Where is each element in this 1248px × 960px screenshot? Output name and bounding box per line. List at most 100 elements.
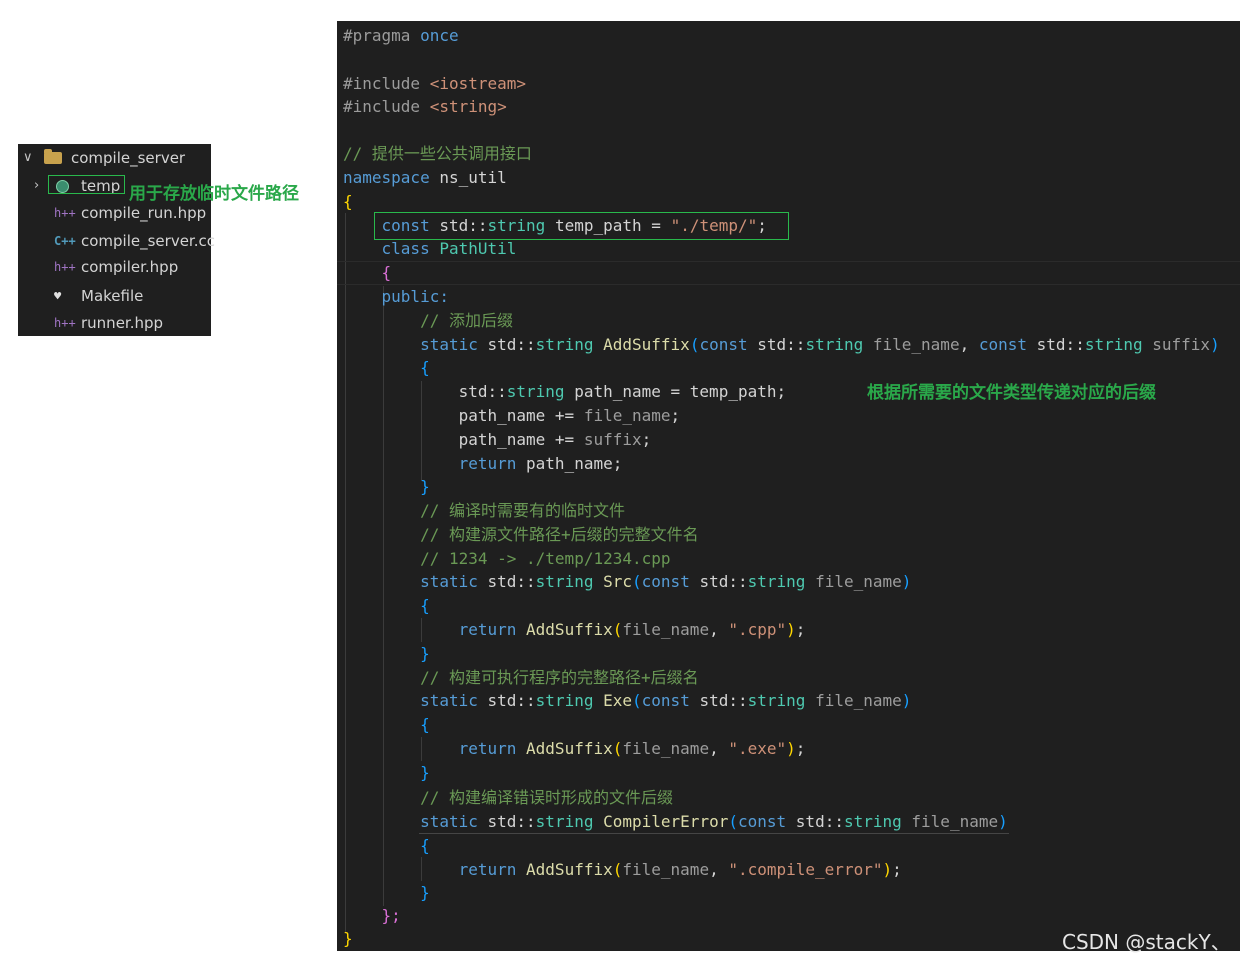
- code-line-26[interactable]: return AddSuffix(file_name, ".cpp");: [343, 618, 806, 642]
- code-line-9[interactable]: const std::string temp_path = "./temp/";: [343, 214, 767, 238]
- code-line-7[interactable]: namespace ns_util: [343, 166, 507, 190]
- code-token: CompilerError: [603, 812, 729, 831]
- code-token: path_name +=: [458, 430, 584, 449]
- code-line-14[interactable]: static std::string AddSuffix(const std::…: [343, 333, 1220, 357]
- cpp-header-icon: h++: [54, 316, 76, 330]
- watermark: CSDN @stackY、: [1062, 930, 1231, 954]
- code-line-12[interactable]: public:: [343, 285, 449, 309]
- explorer-root-folder[interactable]: ∨ compile_server: [18, 145, 211, 171]
- explorer-item-label: Makefile: [81, 287, 144, 305]
- code-line-31[interactable]: return AddSuffix(file_name, ".exe");: [343, 737, 806, 761]
- code-line-27[interactable]: }: [343, 642, 430, 666]
- code-line-32[interactable]: }: [343, 761, 430, 785]
- code-token: const: [737, 812, 787, 831]
- current-line-highlight: [337, 261, 1240, 285]
- code-line-19[interactable]: return path_name;: [343, 452, 623, 476]
- code-token: return: [458, 739, 517, 758]
- code-token: ;: [670, 406, 681, 425]
- temp-highlight-box: [48, 175, 125, 194]
- code-token: std::: [795, 812, 844, 831]
- code-token: string: [535, 691, 594, 710]
- code-token: const: [641, 572, 690, 591]
- code-editor[interactable]: #pragma once #include <iostream> #includ…: [337, 21, 1240, 951]
- code-token: namespace: [343, 168, 430, 187]
- code-token: {: [420, 596, 430, 615]
- explorer-item-makefile[interactable]: ♥ Makefile: [18, 283, 211, 309]
- code-token: const: [978, 335, 1028, 354]
- file-explorer: ∨ compile_server › temp h++ compile_run.…: [18, 144, 215, 336]
- code-line-25[interactable]: {: [343, 594, 430, 618]
- chevron-down-icon[interactable]: ∨: [23, 145, 37, 171]
- code-line-20[interactable]: }: [343, 475, 430, 499]
- code-token: }: [420, 644, 430, 663]
- code-token: string: [506, 382, 565, 401]
- code-line-13[interactable]: // 添加后缀: [343, 309, 513, 333]
- code-token: path_name = temp_path;: [564, 382, 787, 401]
- code-line-38[interactable]: };: [343, 904, 401, 928]
- code-token: static: [420, 691, 478, 710]
- code-line-17[interactable]: path_name += file_name;: [343, 404, 681, 428]
- code-token: string: [1084, 335, 1143, 354]
- code-line-6[interactable]: // 提供一些公共调用接口: [343, 142, 532, 166]
- code-line-34[interactable]: static std::string CompilerError(const s…: [343, 810, 1008, 834]
- code-token: suffix: [583, 430, 642, 449]
- code-token: std::: [699, 691, 748, 710]
- code-token: public:: [381, 287, 449, 306]
- code-token: static: [420, 572, 478, 591]
- code-line-33[interactable]: // 构建编译错误时形成的文件后缀: [343, 786, 673, 810]
- code-line-37[interactable]: }: [343, 881, 430, 905]
- code-line-16[interactable]: std::string path_name = temp_path;: [343, 380, 787, 404]
- code-token: string: [535, 335, 594, 354]
- code-token: once: [420, 26, 459, 45]
- code-line-29[interactable]: static std::string Exe(const std::string…: [343, 689, 911, 713]
- code-token: AddSuffix: [526, 739, 613, 758]
- code-token: const: [381, 216, 430, 235]
- code-line-8[interactable]: {: [343, 190, 353, 214]
- code-token: string: [747, 691, 806, 710]
- code-token: suffix: [1152, 335, 1211, 354]
- code-token: temp_path: [554, 216, 642, 235]
- explorer-item-compile-server[interactable]: C++ compile_server.cc: [18, 228, 215, 254]
- code-token: string: [843, 812, 902, 831]
- code-line-10[interactable]: class PathUtil: [343, 237, 517, 261]
- code-line-18[interactable]: path_name += suffix;: [343, 428, 652, 452]
- explorer-item-compiler[interactable]: h++ compiler.hpp: [18, 254, 211, 280]
- code-token: file_name: [622, 860, 710, 879]
- code-token: file_name: [622, 739, 710, 758]
- code-line-21[interactable]: // 编译时需要有的临时文件: [343, 499, 625, 523]
- code-line-15[interactable]: {: [343, 356, 430, 380]
- code-line-4[interactable]: #include <string>: [343, 95, 507, 119]
- code-token: static: [420, 812, 478, 831]
- code-token: const: [699, 335, 748, 354]
- code-comment: // 添加后缀: [420, 311, 513, 330]
- cpp-source-icon: C++: [54, 234, 76, 248]
- code-token: string: [487, 216, 546, 235]
- code-line-11[interactable]: {: [343, 261, 392, 285]
- code-token: "./temp/": [670, 216, 758, 235]
- code-line-1[interactable]: #pragma once: [343, 24, 459, 48]
- code-token: ".cpp": [728, 620, 787, 639]
- code-comment: // 构建可执行程序的完整路径+后缀名: [420, 668, 699, 687]
- code-token: path_name +=: [458, 406, 584, 425]
- explorer-item-runner[interactable]: h++ runner.hpp: [18, 310, 211, 336]
- chevron-right-icon[interactable]: ›: [34, 173, 48, 199]
- code-line-39[interactable]: }: [343, 927, 353, 951]
- code-token: #include: [343, 74, 421, 93]
- code-line-35[interactable]: {: [343, 834, 430, 858]
- code-comment: // 编译时需要有的临时文件: [420, 501, 625, 520]
- code-line-28[interactable]: // 构建可执行程序的完整路径+后缀名: [343, 666, 699, 690]
- code-line-23[interactable]: // 1234 -> ./temp/1234.cpp: [343, 547, 670, 571]
- code-line-36[interactable]: return AddSuffix(file_name, ".compile_er…: [343, 858, 902, 882]
- code-token: file_name: [622, 620, 710, 639]
- explorer-item-label: runner.hpp: [81, 314, 164, 332]
- code-token: AddSuffix: [603, 335, 690, 354]
- code-token: file_name: [872, 335, 960, 354]
- code-token: std::: [487, 812, 536, 831]
- code-token: ;: [641, 430, 652, 449]
- code-line-30[interactable]: {: [343, 713, 430, 737]
- code-token: {: [420, 836, 430, 855]
- code-line-3[interactable]: #include <iostream>: [343, 72, 526, 96]
- code-line-22[interactable]: // 构建源文件路径+后缀的完整文件名: [343, 523, 699, 547]
- code-line-24[interactable]: static std::string Src(const std::string…: [343, 570, 911, 594]
- code-token: file_name: [815, 691, 902, 710]
